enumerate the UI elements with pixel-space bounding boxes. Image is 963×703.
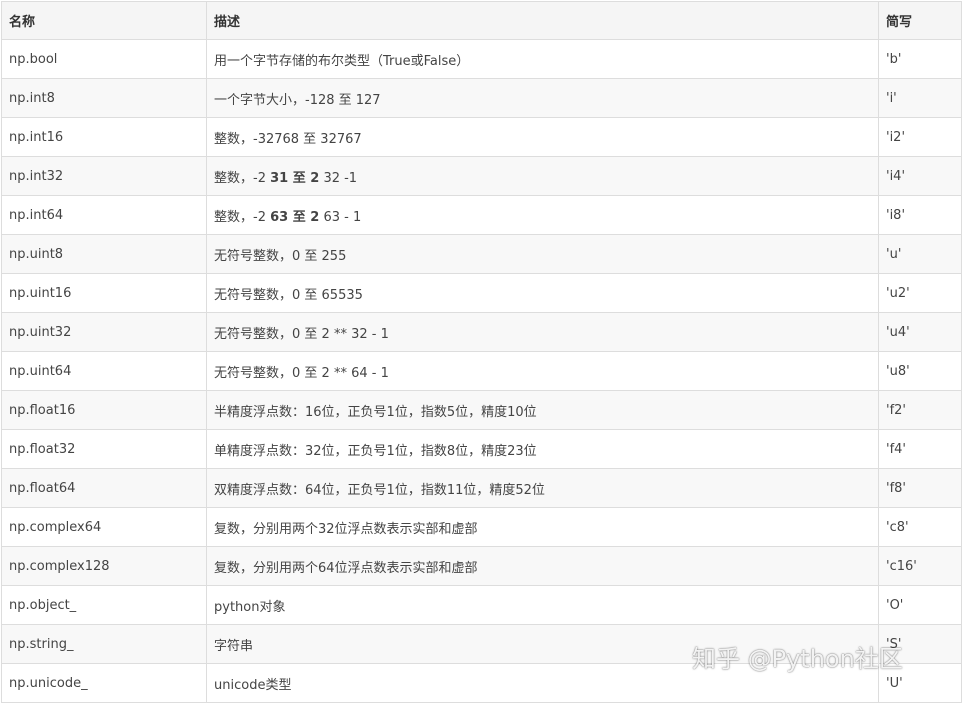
cell-description: unicode类型 — [206, 663, 879, 703]
cell-abbreviation: 'i8' — [878, 195, 962, 235]
cell-name: np.int32 — [1, 156, 207, 196]
description-text: 32 -1 — [319, 170, 358, 186]
cell-abbreviation: 'f2' — [878, 390, 962, 430]
table-row: np.int64 整数，-2 63 至 2 63 - 1 'i8' — [1, 195, 962, 235]
cell-description: 无符号整数，0 至 2 ** 32 - 1 — [206, 312, 879, 352]
cell-abbreviation: 'f8' — [878, 468, 962, 508]
cell-abbreviation: 'S' — [878, 624, 962, 664]
cell-name: np.uint8 — [1, 234, 207, 274]
table-row: np.int8 一个字节大小，-128 至 127 'i' — [1, 78, 962, 118]
table-row: np.uint16 无符号整数，0 至 65535 'u2' — [1, 273, 962, 313]
cell-abbreviation: 'c8' — [878, 507, 962, 547]
cell-name: np.complex128 — [1, 546, 207, 586]
table-row: np.complex128 复数，分别用两个64位浮点数表示实部和虚部 'c16… — [1, 546, 962, 586]
cell-abbreviation: 'i4' — [878, 156, 962, 196]
cell-name: np.complex64 — [1, 507, 207, 547]
table-row: np.complex64 复数，分别用两个32位浮点数表示实部和虚部 'c8' — [1, 507, 962, 547]
dtype-table: 名称 描述 简写 np.bool 用一个字节存储的布尔类型（True或False… — [1, 1, 962, 703]
cell-name: np.int16 — [1, 117, 207, 157]
table-row: np.float32 单精度浮点数：32位，正负号1位，指数8位，精度23位 '… — [1, 429, 962, 469]
cell-abbreviation: 'f4' — [878, 429, 962, 469]
table-header-row: 名称 描述 简写 — [1, 1, 962, 40]
cell-description: 整数，-2 31 至 2 32 -1 — [206, 156, 879, 196]
table-row: np.uint8 无符号整数，0 至 255 'u' — [1, 234, 962, 274]
table-row: np.unicode_ unicode类型 'U' — [1, 663, 962, 703]
cell-description: 无符号整数，0 至 65535 — [206, 273, 879, 313]
table-row: np.int16 整数，-32768 至 32767 'i2' — [1, 117, 962, 157]
description-bold-text: 31 至 2 — [270, 170, 320, 186]
table-row: np.string_ 字符串 'S' — [1, 624, 962, 664]
cell-description: 用一个字节存储的布尔类型（True或False） — [206, 39, 879, 79]
description-text: 整数，-2 — [214, 209, 271, 225]
table-row: np.object_ python对象 'O' — [1, 585, 962, 625]
cell-name: np.string_ — [1, 624, 207, 664]
cell-name: np.uint16 — [1, 273, 207, 313]
cell-description: 无符号整数，0 至 255 — [206, 234, 879, 274]
table-row: np.float64 双精度浮点数：64位，正负号1位，指数11位，精度52位 … — [1, 468, 962, 508]
cell-description: 复数，分别用两个32位浮点数表示实部和虚部 — [206, 507, 879, 547]
table-row: np.bool 用一个字节存储的布尔类型（True或False） 'b' — [1, 39, 962, 79]
cell-abbreviation: 'i' — [878, 78, 962, 118]
table-row: np.uint64 无符号整数，0 至 2 ** 64 - 1 'u8' — [1, 351, 962, 391]
description-text: 整数，-2 — [214, 170, 271, 186]
cell-name: np.float16 — [1, 390, 207, 430]
cell-name: np.float32 — [1, 429, 207, 469]
cell-name: np.uint64 — [1, 351, 207, 391]
cell-description: 一个字节大小，-128 至 127 — [206, 78, 879, 118]
cell-name: np.bool — [1, 39, 207, 79]
column-header-name: 名称 — [1, 1, 207, 40]
cell-description: 半精度浮点数：16位，正负号1位，指数5位，精度10位 — [206, 390, 879, 430]
cell-description: 单精度浮点数：32位，正负号1位，指数8位，精度23位 — [206, 429, 879, 469]
cell-description: 字符串 — [206, 624, 879, 664]
cell-name: np.int64 — [1, 195, 207, 235]
cell-abbreviation: 'u2' — [878, 273, 962, 313]
cell-abbreviation: 'O' — [878, 585, 962, 625]
cell-name: np.int8 — [1, 78, 207, 118]
cell-name: np.uint32 — [1, 312, 207, 352]
cell-name: np.unicode_ — [1, 663, 207, 703]
description-text: 63 - 1 — [319, 209, 362, 225]
table-row: np.uint32 无符号整数，0 至 2 ** 32 - 1 'u4' — [1, 312, 962, 352]
cell-description: python对象 — [206, 585, 879, 625]
cell-name: np.float64 — [1, 468, 207, 508]
cell-description: 双精度浮点数：64位，正负号1位，指数11位，精度52位 — [206, 468, 879, 508]
column-header-description: 描述 — [206, 1, 879, 40]
table-row: np.int32 整数，-2 31 至 2 32 -1 'i4' — [1, 156, 962, 196]
cell-abbreviation: 'b' — [878, 39, 962, 79]
cell-abbreviation: 'u8' — [878, 351, 962, 391]
column-header-abbreviation: 简写 — [878, 1, 962, 40]
cell-description: 复数，分别用两个64位浮点数表示实部和虚部 — [206, 546, 879, 586]
cell-description: 整数，-32768 至 32767 — [206, 117, 879, 157]
cell-abbreviation: 'i2' — [878, 117, 962, 157]
cell-description: 整数，-2 63 至 2 63 - 1 — [206, 195, 879, 235]
cell-abbreviation: 'u' — [878, 234, 962, 274]
cell-description: 无符号整数，0 至 2 ** 64 - 1 — [206, 351, 879, 391]
cell-abbreviation: 'u4' — [878, 312, 962, 352]
table-row: np.float16 半精度浮点数：16位，正负号1位，指数5位，精度10位 '… — [1, 390, 962, 430]
description-bold-text: 63 至 2 — [270, 209, 320, 225]
cell-name: np.object_ — [1, 585, 207, 625]
cell-abbreviation: 'U' — [878, 663, 962, 703]
cell-abbreviation: 'c16' — [878, 546, 962, 586]
